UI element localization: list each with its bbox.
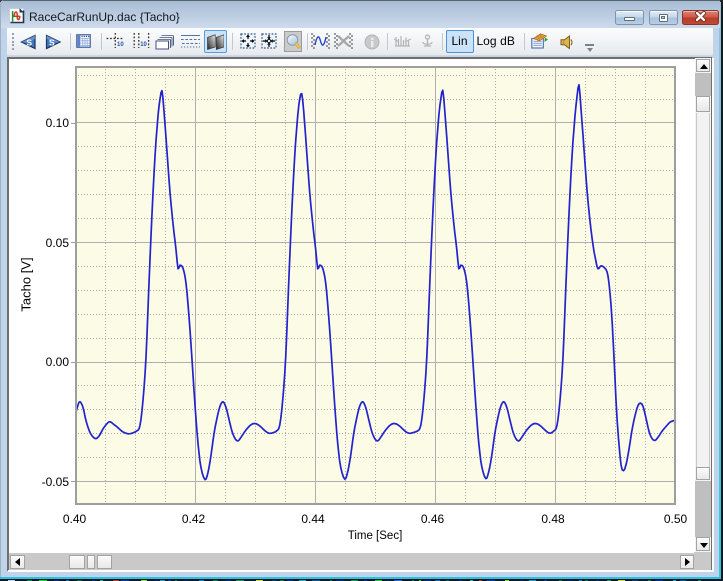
svg-text:S: S [49,37,55,47]
svg-text:10: 10 [117,42,124,48]
svg-text:S: S [26,37,32,47]
svg-text:10: 10 [140,42,147,48]
